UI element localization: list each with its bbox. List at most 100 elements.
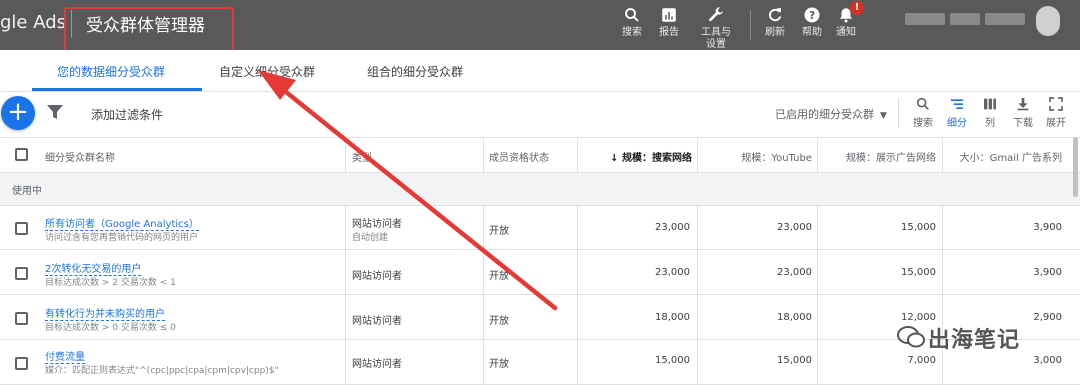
header-type[interactable]: 类型 bbox=[352, 149, 372, 164]
refresh-button[interactable]: 刷新 bbox=[755, 6, 795, 39]
google-ads-logo[interactable]: gle Ads bbox=[0, 12, 66, 33]
notification-badge: ! bbox=[850, 1, 864, 15]
header-size-search[interactable]: ↓ 规模：搜索网络 bbox=[600, 149, 692, 164]
column-divider bbox=[483, 138, 484, 172]
segment-tabs: 您的数据细分受众群 自定义细分受众群 组合的细分受众群 bbox=[0, 50, 1080, 92]
columns-button[interactable]: 列 bbox=[975, 96, 1005, 129]
row-checkbox[interactable] bbox=[15, 312, 28, 325]
refresh-label: 刷新 bbox=[765, 27, 785, 38]
notifications-label: 通知 bbox=[836, 27, 856, 38]
membership-status: 开放 bbox=[489, 316, 509, 327]
header-segment-name[interactable]: 细分受众群名称 bbox=[45, 149, 115, 164]
segment-name-link[interactable]: 有转化行为并未购买的用户 bbox=[45, 305, 165, 321]
add-segment-button[interactable]: + bbox=[1, 96, 35, 130]
search-tool-button[interactable]: 搜索 bbox=[612, 6, 652, 39]
table-search-label: 搜索 bbox=[913, 118, 933, 129]
report-tool-label: 报告 bbox=[659, 27, 679, 38]
table-row[interactable]: 所有访问者（Google Analytics） 访问过含有您再营销代码的网页的用… bbox=[0, 206, 1080, 250]
topbar-separator bbox=[750, 10, 751, 40]
segment-type: 网站访问者 bbox=[352, 219, 402, 230]
group-in-use-label: 使用中 bbox=[12, 186, 42, 197]
size-gmail-value: 3,900 bbox=[1033, 222, 1062, 233]
account-avatar[interactable] bbox=[1036, 6, 1060, 36]
segment-type: 网站访问者 bbox=[352, 359, 402, 370]
size-search-value: 23,000 bbox=[655, 267, 690, 278]
header-size-youtube[interactable]: 规模：YouTube bbox=[720, 149, 812, 164]
column-divider bbox=[942, 138, 943, 172]
vertical-scrollbar[interactable] bbox=[1073, 137, 1078, 197]
watermark-text: 出海笔记 bbox=[928, 328, 1021, 353]
select-all-checkbox[interactable] bbox=[15, 148, 28, 161]
segment-type: 网站访问者 bbox=[352, 316, 402, 327]
size-youtube-value: 15,000 bbox=[777, 355, 812, 366]
segment-type: 网站访问者 bbox=[352, 271, 402, 282]
segment-name-link[interactable]: 付费流量 bbox=[45, 348, 85, 364]
header-membership-status[interactable]: 成员资格状态 bbox=[489, 149, 549, 164]
account-info-blurred[interactable] bbox=[985, 13, 1025, 25]
size-display-value: 15,000 bbox=[901, 222, 936, 233]
toolbar-separator bbox=[898, 98, 899, 128]
header-size-display[interactable]: 规模：展示广告网络 bbox=[836, 149, 936, 164]
column-divider bbox=[577, 206, 578, 385]
column-divider bbox=[345, 206, 346, 385]
size-display-value: 15,000 bbox=[901, 267, 936, 278]
group-in-use-row: 使用中 bbox=[0, 173, 1080, 206]
size-search-value: 15,000 bbox=[655, 355, 690, 366]
size-display-value: 7,000 bbox=[907, 355, 936, 366]
size-youtube-value: 23,000 bbox=[777, 267, 812, 278]
tab-custom-segments[interactable]: 自定义细分受众群 bbox=[219, 63, 315, 80]
annotation-highlight-box bbox=[64, 7, 234, 52]
row-checkbox[interactable] bbox=[15, 222, 28, 235]
column-divider bbox=[483, 206, 484, 385]
svg-text:?: ? bbox=[809, 10, 815, 22]
segment-name-link[interactable]: 2次转化无交易的用户 bbox=[45, 260, 142, 276]
table-header: 细分受众群名称 类型 成员资格状态 ↓ 规模：搜索网络 规模：YouTube 规… bbox=[0, 137, 1080, 173]
download-icon bbox=[1017, 98, 1029, 111]
wechat-icon bbox=[897, 326, 925, 348]
column-divider bbox=[577, 138, 578, 172]
chevron-down-icon: ▼ bbox=[880, 111, 887, 121]
segment-name-link[interactable]: 所有访问者（Google Analytics） bbox=[45, 215, 199, 231]
column-divider bbox=[697, 206, 698, 385]
segment-description: 媒介：匹配正则表达式"^(cpc|ppc|cpa|cpm|cpv|cpp)$" bbox=[45, 366, 279, 376]
help-icon: ? bbox=[804, 7, 820, 23]
tools-settings-button[interactable]: 工具与 设置 bbox=[696, 6, 736, 51]
report-tool-button[interactable]: 报告 bbox=[649, 6, 689, 39]
segment-description: 目标达成次数 > 2 交易次数 < 1 bbox=[45, 278, 176, 288]
column-divider bbox=[817, 138, 818, 172]
size-gmail-value: 3,000 bbox=[1033, 355, 1062, 366]
segment-type-sub: 自动创建 bbox=[352, 233, 389, 243]
size-youtube-value: 23,000 bbox=[777, 222, 812, 233]
add-filter-button[interactable]: 添加过滤条件 bbox=[91, 106, 163, 123]
size-display-value: 12,000 bbox=[901, 312, 936, 323]
tab-combined-segments[interactable]: 组合的细分受众群 bbox=[367, 63, 463, 80]
segment-status-dropdown[interactable]: 已启用的细分受众群 ▼ bbox=[775, 106, 887, 122]
size-search-value: 23,000 bbox=[655, 222, 690, 233]
wrench-icon bbox=[709, 7, 723, 22]
size-gmail-value: 3,900 bbox=[1033, 267, 1062, 278]
row-checkbox[interactable] bbox=[15, 357, 28, 370]
columns-icon bbox=[984, 98, 996, 110]
row-checkbox[interactable] bbox=[15, 267, 28, 280]
refresh-icon bbox=[769, 8, 782, 22]
table-search-button[interactable]: 搜索 bbox=[908, 96, 938, 129]
account-info-blurred[interactable] bbox=[950, 13, 980, 25]
expand-button[interactable]: 展开 bbox=[1041, 96, 1071, 129]
segment-icon bbox=[951, 99, 963, 109]
header-size-gmail[interactable]: 大小：Gmail 广告系列 bbox=[950, 149, 1062, 164]
column-divider bbox=[942, 206, 943, 385]
download-label: 下载 bbox=[1013, 118, 1033, 129]
search-tool-label: 搜索 bbox=[622, 27, 642, 38]
search-icon bbox=[625, 8, 639, 22]
account-info-blurred[interactable] bbox=[905, 13, 945, 25]
membership-status: 开放 bbox=[489, 359, 509, 370]
filter-icon[interactable] bbox=[47, 105, 63, 119]
dropdown-value: 已启用的细分受众群 bbox=[775, 108, 874, 121]
table-row[interactable]: 2次转化无交易的用户 目标达成次数 > 2 交易次数 < 1 网站访问者 开放 … bbox=[0, 251, 1080, 295]
membership-status: 开放 bbox=[489, 271, 509, 282]
download-button[interactable]: 下载 bbox=[1008, 96, 1038, 129]
search-icon bbox=[916, 97, 929, 110]
tab-your-data-segments[interactable]: 您的数据细分受众群 bbox=[57, 63, 165, 80]
segment-view-button[interactable]: 细分 bbox=[942, 96, 972, 129]
column-divider bbox=[345, 138, 346, 172]
